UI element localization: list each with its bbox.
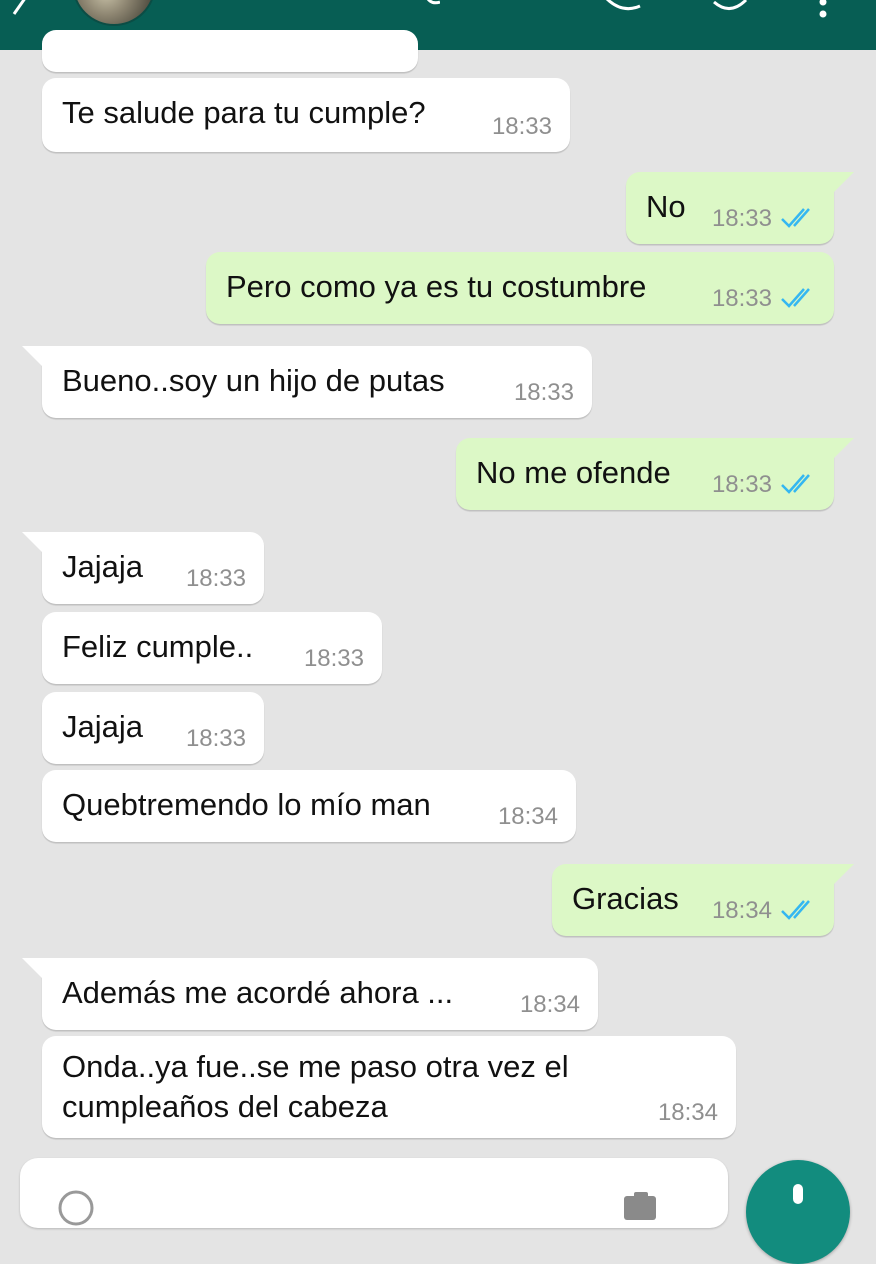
bubble-tail — [832, 864, 854, 886]
message-time: 18:33 — [711, 285, 772, 312]
message-bubble-incoming[interactable]: Jajaja 18:33 — [22, 532, 264, 604]
message-bubble-incoming[interactable]: Te salude para tu cumple? 18:33 — [42, 78, 570, 152]
message-text: Jajaja — [62, 549, 143, 584]
video-call-icon[interactable] — [600, 0, 660, 28]
message-text: Bueno..soy un hijo de putas — [62, 363, 445, 398]
bubble-tail — [22, 346, 44, 368]
bubble-tail — [22, 958, 44, 980]
message-time: 18:33 — [185, 725, 246, 752]
message-bubble-outgoing[interactable]: No me ofende 18:33 — [456, 438, 854, 510]
message-time: 18:34 — [519, 991, 580, 1018]
message-text: Pero como ya es tu costumbre — [226, 269, 647, 304]
mic-button[interactable] — [746, 1160, 850, 1264]
message-bubble-incoming[interactable]: Jajaja 18:33 — [42, 692, 264, 764]
message-list[interactable]: Te salude para tu cumple? 18:33 No 18:33… — [0, 50, 876, 1150]
message-bubble-incoming[interactable]: Además me acordé ahora ... 18:34 — [22, 958, 598, 1030]
message-text-line-1: Onda..ya fue..se me paso otra vez el — [62, 1049, 569, 1084]
message-bubble-incoming[interactable]: Onda..ya fue..se me paso otra vez el cum… — [42, 1036, 736, 1138]
contact-avatar[interactable] — [72, 0, 156, 26]
emoji-icon[interactable] — [56, 1188, 96, 1228]
bubble-tail — [832, 438, 854, 460]
contact-name-fragment[interactable] — [400, 0, 440, 12]
more-vert-icon[interactable] — [808, 0, 838, 28]
message-bubble-incoming[interactable]: Quebtremendo lo mío man 18:34 — [42, 770, 576, 842]
message-text: Gracias — [572, 881, 679, 916]
message-time: 18:33 — [711, 205, 772, 232]
message-time: 18:33 — [303, 645, 364, 672]
attach-icon[interactable] — [620, 1190, 662, 1220]
message-time: 18:34 — [657, 1099, 718, 1126]
message-text: No — [646, 189, 686, 224]
message-time: 18:33 — [185, 565, 246, 592]
read-ticks-icon — [781, 208, 810, 228]
message-time: 18:34 — [497, 803, 558, 830]
message-text: Feliz cumple.. — [62, 629, 254, 664]
message-bubble-incoming[interactable]: Feliz cumple.. 18:33 — [42, 612, 382, 684]
message-composer[interactable] — [20, 1158, 728, 1228]
bubble-tail — [22, 532, 44, 554]
message-bubble-outgoing[interactable]: Gracias 18:34 — [552, 864, 854, 936]
arrow-left-icon[interactable] — [8, 0, 32, 22]
message-bubble-outgoing[interactable]: Pero como ya es tu costumbre 18:33 — [206, 252, 834, 324]
message-text: Jajaja — [62, 709, 143, 744]
message-text-line-2: cumpleaños del cabeza — [62, 1089, 388, 1124]
read-ticks-icon — [781, 900, 810, 920]
message-bubble-outgoing[interactable]: No 18:33 — [626, 172, 854, 244]
bubble-tail — [832, 172, 854, 194]
message-text: No me ofende — [476, 455, 671, 490]
message-text: Te salude para tu cumple? — [62, 95, 426, 130]
read-ticks-icon — [781, 288, 810, 308]
message-text: Además me acordé ahora ... — [62, 975, 454, 1010]
read-ticks-icon — [781, 474, 810, 494]
message-time: 18:33 — [491, 113, 552, 140]
message-text: Quebtremendo lo mío man — [62, 787, 431, 822]
message-time: 18:33 — [513, 379, 574, 406]
message-time: 18:33 — [711, 471, 772, 498]
phone-icon[interactable] — [700, 0, 760, 28]
message-time: 18:34 — [711, 897, 772, 924]
message-bubble-incoming[interactable]: Bueno..soy un hijo de putas 18:33 — [22, 346, 592, 418]
